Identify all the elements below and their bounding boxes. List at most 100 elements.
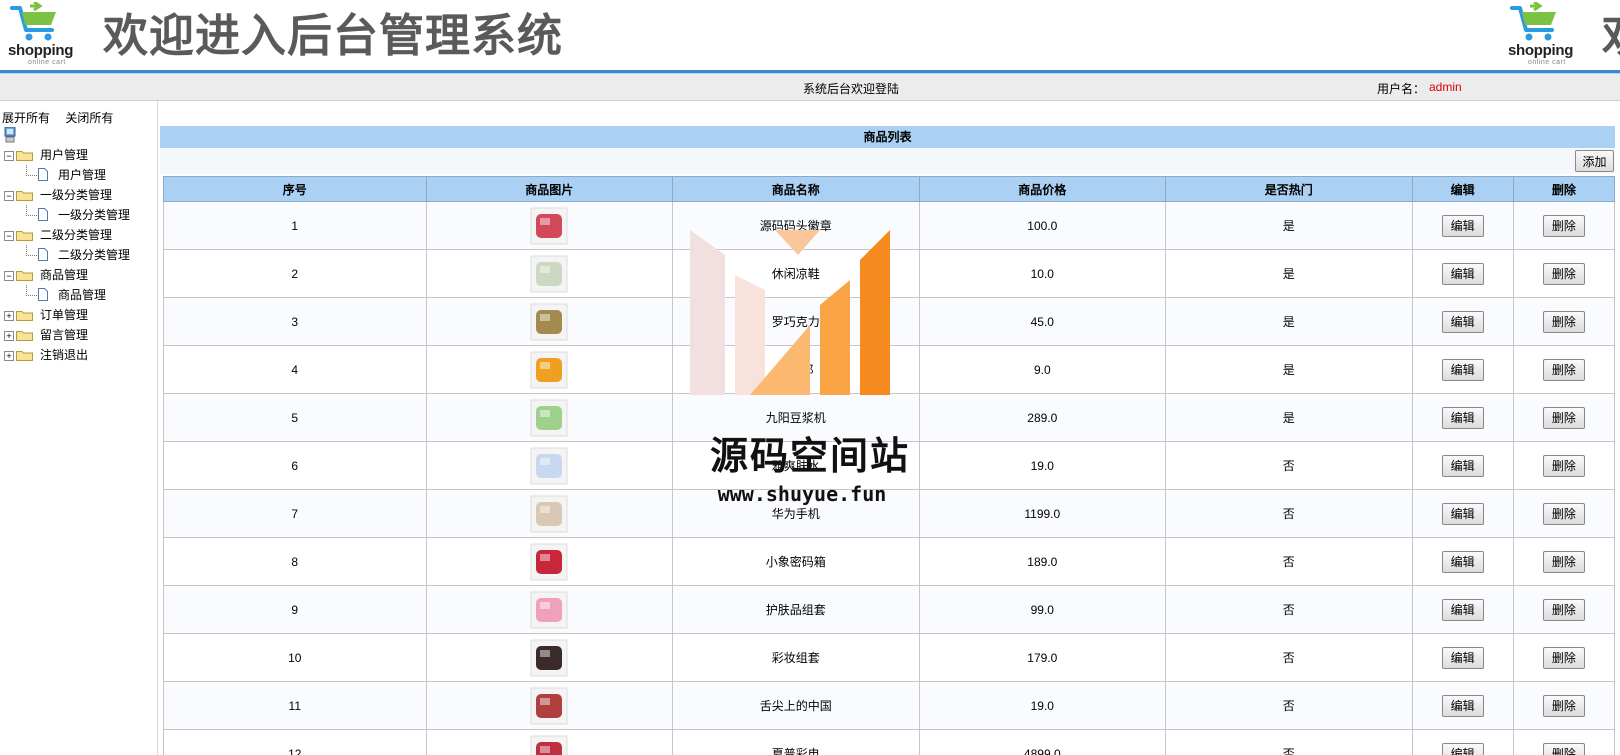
delete-button[interactable]: 删除	[1542, 358, 1585, 381]
expand-all-link[interactable]: 展开所有	[2, 111, 50, 125]
delete-button[interactable]: 删除	[1542, 214, 1585, 237]
product-price: 179.0	[918, 633, 1167, 682]
delete-button[interactable]: 删除	[1542, 646, 1585, 669]
product-image-cell	[425, 345, 674, 394]
logo-text: shopping	[1508, 42, 1574, 59]
edit-button[interactable]: 编辑	[1441, 646, 1484, 669]
tree-folder-label[interactable]: 二级分类管理	[40, 225, 112, 245]
tree-folder-node[interactable]: + 留言管理	[4, 325, 154, 345]
tree-leaf-label[interactable]: 二级分类管理	[58, 245, 130, 265]
collapse-icon[interactable]: −	[4, 191, 14, 201]
delete-button[interactable]: 删除	[1542, 598, 1585, 621]
edit-button[interactable]: 编辑	[1441, 742, 1484, 755]
delete-cell: 删除	[1512, 393, 1616, 442]
tree-folder-node[interactable]: + 注销退出	[4, 345, 154, 365]
add-button[interactable]: 添加	[1575, 150, 1614, 172]
edit-button[interactable]: 编辑	[1441, 406, 1484, 429]
delete-button[interactable]: 删除	[1542, 262, 1585, 285]
product-thumbnail	[530, 447, 568, 485]
collapse-icon[interactable]: −	[4, 151, 14, 161]
tree-leaf-node[interactable]: 二级分类管理	[4, 245, 154, 265]
tree-folder-label[interactable]: 一级分类管理	[40, 185, 112, 205]
welcome-bar: 系统后台欢迎登陆 用户名： admin	[0, 73, 1620, 101]
collapse-icon[interactable]: −	[4, 231, 14, 241]
delete-button[interactable]: 删除	[1542, 502, 1585, 525]
edit-button[interactable]: 编辑	[1441, 214, 1484, 237]
tree-folder-node[interactable]: − 二级分类管理	[4, 225, 154, 245]
tree-folder-label[interactable]: 注销退出	[40, 345, 88, 365]
tree-leaf-node[interactable]: 商品管理	[4, 285, 154, 305]
edit-button[interactable]: 编辑	[1441, 550, 1484, 573]
delete-button[interactable]: 删除	[1542, 694, 1585, 717]
row-id: 5	[163, 393, 427, 442]
tree-nodes: − 用户管理 用户管理 − 一级分类管理 一级分类管理 − 二级分类管理 二级分类管理 − 商品管理…	[4, 145, 154, 365]
table-row: 7 华为手机 1199.0 否 编辑 删除	[163, 489, 1616, 538]
edit-cell: 编辑	[1411, 633, 1514, 682]
edit-cell: 编辑	[1411, 585, 1514, 634]
product-thumbnail	[530, 735, 568, 755]
tree-folder-label[interactable]: 订单管理	[40, 305, 88, 325]
tree-folder-node[interactable]: − 用户管理	[4, 145, 154, 165]
delete-cell: 删除	[1512, 345, 1616, 394]
delete-button[interactable]: 删除	[1542, 742, 1585, 755]
product-name: 舌尖上的中国	[672, 681, 920, 730]
edit-button[interactable]: 编辑	[1441, 454, 1484, 477]
tree-folder-label[interactable]: 留言管理	[40, 325, 88, 345]
product-image-cell	[425, 489, 674, 538]
tree-leaf-node[interactable]: 一级分类管理	[4, 205, 154, 225]
product-image-cell	[425, 633, 674, 682]
product-name: 喜之郎	[672, 345, 920, 394]
folder-icon	[16, 191, 33, 201]
product-image-cell	[425, 537, 674, 586]
edit-button[interactable]: 编辑	[1441, 310, 1484, 333]
folder-icon	[16, 271, 33, 281]
tree-leaf-label[interactable]: 用户管理	[58, 165, 106, 185]
table-row: 3 罗巧克力 45.0 是 编辑 删除	[163, 297, 1616, 346]
delete-button[interactable]: 删除	[1542, 550, 1585, 573]
row-id: 4	[163, 345, 427, 394]
delete-cell: 删除	[1512, 537, 1616, 586]
product-hot-flag: 是	[1165, 345, 1413, 394]
logo-text: shopping	[8, 42, 74, 59]
expand-icon[interactable]: +	[4, 351, 14, 361]
edit-cell: 编辑	[1411, 201, 1514, 250]
main-content: 商品列表 添加 序号 商品图片 商品名称 商品价格 是否热门 编辑 删除 1 源码码头徽章 10…	[160, 101, 1618, 755]
expand-icon[interactable]: +	[4, 331, 14, 341]
tree-folder-node[interactable]: − 商品管理	[4, 265, 154, 285]
collapse-icon[interactable]: −	[4, 271, 14, 281]
product-name: 九阳豆浆机	[672, 393, 920, 442]
delete-button[interactable]: 删除	[1542, 310, 1585, 333]
product-name: 休闲凉鞋	[672, 249, 920, 298]
edit-button[interactable]: 编辑	[1441, 358, 1484, 381]
edit-cell: 编辑	[1411, 729, 1514, 755]
cart-icon	[10, 2, 56, 41]
row-id: 8	[163, 537, 427, 586]
folder-icon	[16, 231, 33, 241]
delete-button[interactable]: 删除	[1542, 454, 1585, 477]
edit-cell: 编辑	[1411, 489, 1514, 538]
tree-leaf-label[interactable]: 商品管理	[58, 285, 106, 305]
expand-icon[interactable]: +	[4, 311, 14, 321]
edit-button[interactable]: 编辑	[1441, 694, 1484, 717]
product-thumbnail	[530, 591, 568, 629]
delete-button[interactable]: 删除	[1542, 406, 1585, 429]
edit-button[interactable]: 编辑	[1441, 502, 1484, 525]
table-row: 5 九阳豆浆机 289.0 是 编辑 删除	[163, 393, 1616, 442]
collapse-all-link[interactable]: 关闭所有	[65, 111, 113, 125]
logo-subtext: online cart	[1528, 59, 1566, 66]
tree-folder-node[interactable]: − 一级分类管理	[4, 185, 154, 205]
tree-folder-label[interactable]: 用户管理	[40, 145, 88, 165]
tree-leaf-label[interactable]: 一级分类管理	[58, 205, 130, 225]
table-row: 10 彩妆组套 179.0 否 编辑 删除	[163, 633, 1616, 682]
row-id: 7	[163, 489, 427, 538]
tree-folder-node[interactable]: + 订单管理	[4, 305, 154, 325]
table-header-row: 序号 商品图片 商品名称 商品价格 是否热门 编辑 删除	[163, 176, 1616, 202]
list-title: 商品列表	[160, 126, 1615, 148]
product-name: 华为手机	[672, 489, 920, 538]
tree-folder-label[interactable]: 商品管理	[40, 265, 88, 285]
tree-leaf-node[interactable]: 用户管理	[4, 165, 154, 185]
edit-button[interactable]: 编辑	[1441, 598, 1484, 621]
edit-button[interactable]: 编辑	[1441, 262, 1484, 285]
product-name: 小象密码箱	[672, 537, 920, 586]
product-hot-flag: 是	[1165, 201, 1413, 250]
